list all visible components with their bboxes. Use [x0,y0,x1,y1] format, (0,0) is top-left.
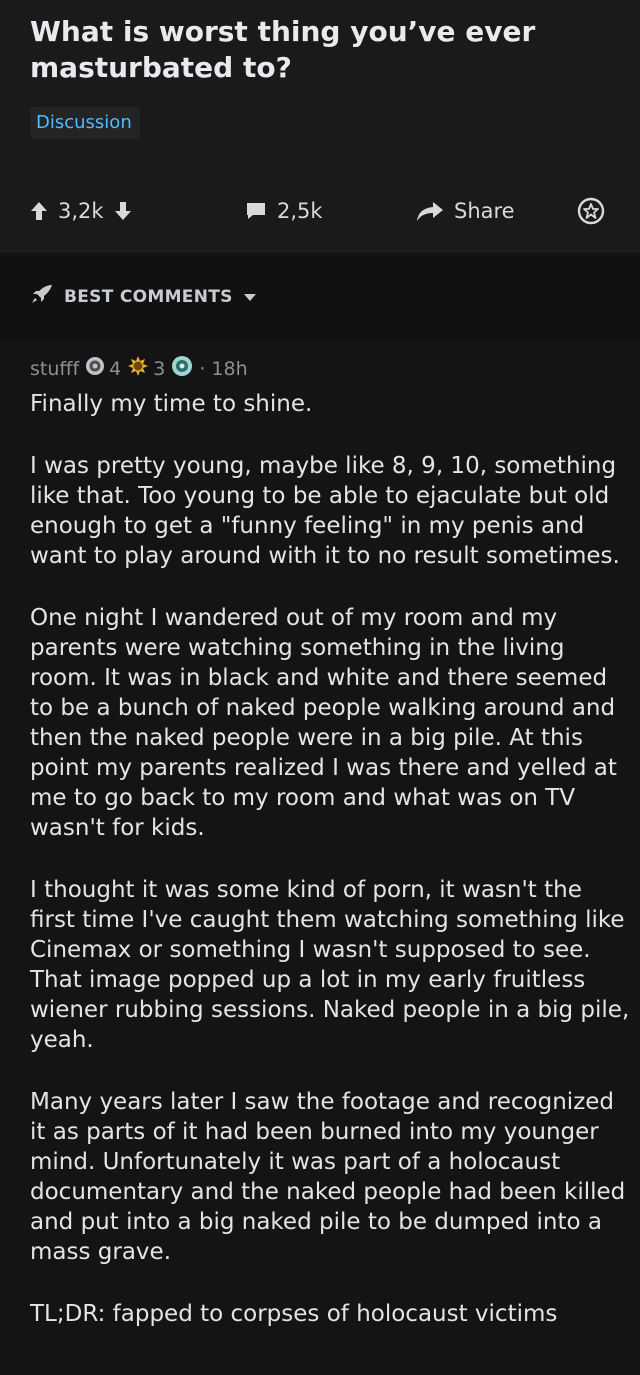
comment-paragraph: TL;DR: fapped to corpses of holocaust vi… [30,1301,558,1327]
rocket-icon [30,283,54,310]
comment-paragraph: I thought it was some kind of porn, it w… [30,877,630,1053]
share-button[interactable]: Share [416,193,515,229]
upvote-icon[interactable] [30,201,48,221]
comment-sort-bar: BEST COMMENTS [0,253,640,339]
sort-dropdown[interactable]: BEST COMMENTS [30,283,257,310]
comment-body: Finally my time to shine. I was pretty y… [30,389,630,1329]
comment-paragraph: Finally my time to shine. [30,391,313,417]
post-flair[interactable]: Discussion [30,107,140,139]
comment-paragraph: I was pretty young, maybe like 8, 9, 10,… [30,453,620,569]
award-gold: 3 [127,355,165,382]
comment-age: 18h [211,357,248,380]
award-silver-count: 4 [109,357,122,380]
share-label: Share [454,199,515,223]
vote-group: 3,2k [30,193,132,229]
meta-separator: · [199,357,206,380]
comment-meta: stufff 4 3 · 18h [30,355,248,382]
comment-paragraph: One night I wandered out of my room and … [30,605,617,841]
award-button[interactable] [577,193,605,229]
award-gold-count: 3 [153,357,166,380]
comment-count: 2,5k [277,199,323,223]
post-title[interactable]: What is worst thing you’ve ever masturba… [30,14,590,86]
comments-button[interactable]: 2,5k [245,193,323,229]
downvote-icon[interactable] [114,201,132,221]
platinum-award-icon [171,355,193,382]
post-header: What is worst thing you’ve ever masturba… [0,0,640,253]
gold-award-icon [127,355,149,382]
sort-label: BEST COMMENTS [64,286,233,307]
comment-icon [245,201,267,221]
chevron-down-icon [243,287,257,307]
award-silver: 4 [85,356,121,381]
post-actions: 3,2k 2,5k Share [0,193,640,229]
upvote-count: 3,2k [58,199,104,223]
comment: stufff 4 3 · 18h Finally my time to shin… [0,339,640,1375]
silver-award-icon [85,356,105,381]
comment-author[interactable]: stufff [30,358,79,380]
award-icon [577,197,605,225]
comment-paragraph: Many years later I saw the footage and r… [30,1089,626,1265]
share-icon [416,200,444,222]
